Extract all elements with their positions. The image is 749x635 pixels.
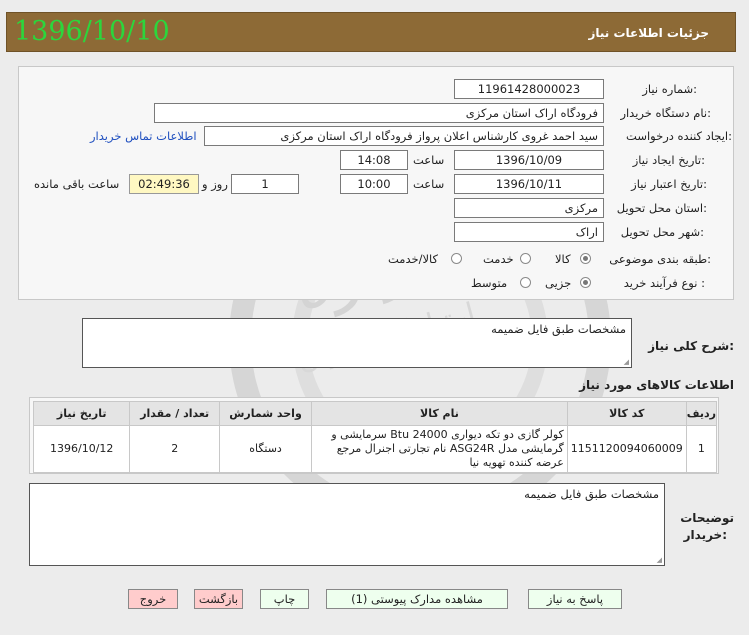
category-service-label: خدمت (483, 252, 514, 266)
creator-field[interactable]: سید احمد غروی کارشناس اعلان پرواز فرودگا… (204, 126, 604, 146)
cell-date: 1396/10/12 (32, 425, 131, 473)
process-medium-radio[interactable] (520, 277, 531, 288)
days-remaining-field[interactable]: 1 (231, 174, 299, 194)
created-date-field[interactable]: 1396/10/09 (454, 150, 604, 170)
validity-time-field[interactable]: 10:00 (340, 174, 408, 194)
process-partial-radio[interactable] (580, 277, 591, 288)
buyer-notes-textarea[interactable]: مشخصات طبق فایل ضمیمه ◢ (29, 483, 665, 566)
category-service-radio[interactable] (520, 253, 531, 264)
cell-qty: 2 (129, 425, 220, 473)
city-field[interactable]: اراک (454, 222, 604, 242)
goods-table-container: ردیف کد کالا نام کالا واحد شمارش تعداد /… (29, 397, 719, 474)
need-number-field[interactable]: 11961428000023 (454, 79, 604, 99)
created-time-field[interactable]: 14:08 (340, 150, 408, 170)
category-goods-radio[interactable] (580, 253, 591, 264)
buyer-notes-label-1: توضیحات (680, 511, 734, 525)
cell-index: 1 (685, 425, 718, 473)
category-goods-label: کالا (555, 252, 571, 266)
process-partial-label: جزیی (545, 276, 572, 290)
back-button[interactable]: بازگشت (194, 589, 243, 609)
validity-date-field[interactable]: 1396/10/11 (454, 174, 604, 194)
col-header-qty: تعداد / مقدار (129, 401, 220, 426)
print-button[interactable]: چاپ (260, 589, 309, 609)
province-field[interactable]: مرکزی (454, 198, 604, 218)
resize-handle-icon[interactable]: ◢ (624, 358, 629, 366)
summary-textarea[interactable]: مشخصات طبق فایل ضمیمه ◢ (82, 318, 632, 368)
exit-button[interactable]: خروج (128, 589, 178, 609)
buyer-notes-text: مشخصات طبق فایل ضمیمه (524, 487, 659, 501)
city-label: شهر محل تحویل: (620, 225, 704, 239)
category-both-label: کالا/خدمت (388, 252, 439, 266)
resize-handle-icon[interactable]: ◢ (657, 556, 662, 564)
category-label: طبقه بندی موضوعی: (609, 252, 711, 266)
province-label: استان محل تحویل: (616, 201, 707, 215)
created-date-label: تاریخ ایجاد نیاز: (632, 153, 705, 167)
col-header-date: تاریخ نیاز (32, 401, 131, 426)
creator-label: ایجاد کننده درخواست: (626, 129, 732, 143)
col-header-unit: واحد شمارش (218, 401, 313, 426)
cell-unit: دستگاه (218, 425, 313, 473)
reply-button[interactable]: پاسخ به نیاز (528, 589, 622, 609)
page-header: 1396/10/10 جزئیات اطلاعات نیاز (6, 12, 736, 52)
cell-code: 1151120094060009 (566, 425, 687, 473)
date-overlay: 1396/10/10 (14, 16, 170, 47)
remaining-label: ساعت باقی مانده (34, 177, 120, 191)
buyer-field[interactable]: فرودگاه اراک استان مرکزی (154, 103, 604, 123)
buyer-contact-link[interactable]: اطلاعات تماس خریدار (90, 129, 197, 143)
summary-label: شرح کلی نیاز: (648, 339, 734, 353)
table-row[interactable]: 1 1151120094060009 کولر گازی دو تکه دیوا… (32, 425, 718, 473)
col-header-row: ردیف (685, 401, 718, 426)
remaining-time-field[interactable]: 02:49:36 (129, 174, 199, 194)
goods-section-title: اطلاعات کالاهای مورد نیاز (579, 378, 734, 392)
days-label: روز و (202, 177, 228, 191)
buyer-label: نام دستگاه خریدار: (620, 106, 711, 120)
created-time-label: ساعت (413, 153, 445, 167)
cell-name: کولر گازی دو تکه دیواری Btu 24000 سرمایش… (311, 425, 568, 473)
goods-table: ردیف کد کالا نام کالا واحد شمارش تعداد /… (32, 401, 718, 473)
process-medium-label: متوسط (471, 276, 508, 290)
col-header-name: نام کالا (311, 401, 568, 426)
attachments-button[interactable]: مشاهده مدارک پیوستی (1) (326, 589, 508, 609)
col-header-code: کد کالا (566, 401, 687, 426)
buyer-notes-label-2: خریدار: (683, 528, 727, 542)
validity-time-label: ساعت (413, 177, 445, 191)
summary-text: مشخصات طبق فایل ضمیمه (491, 322, 626, 336)
page-title: جزئیات اطلاعات نیاز (588, 26, 709, 40)
need-number-label: شماره نیاز: (642, 82, 697, 96)
category-both-radio[interactable] (451, 253, 462, 264)
process-label: نوع فرآیند خرید : (623, 276, 705, 290)
validity-date-label: تاریخ اعتبار نیاز: (631, 177, 707, 191)
